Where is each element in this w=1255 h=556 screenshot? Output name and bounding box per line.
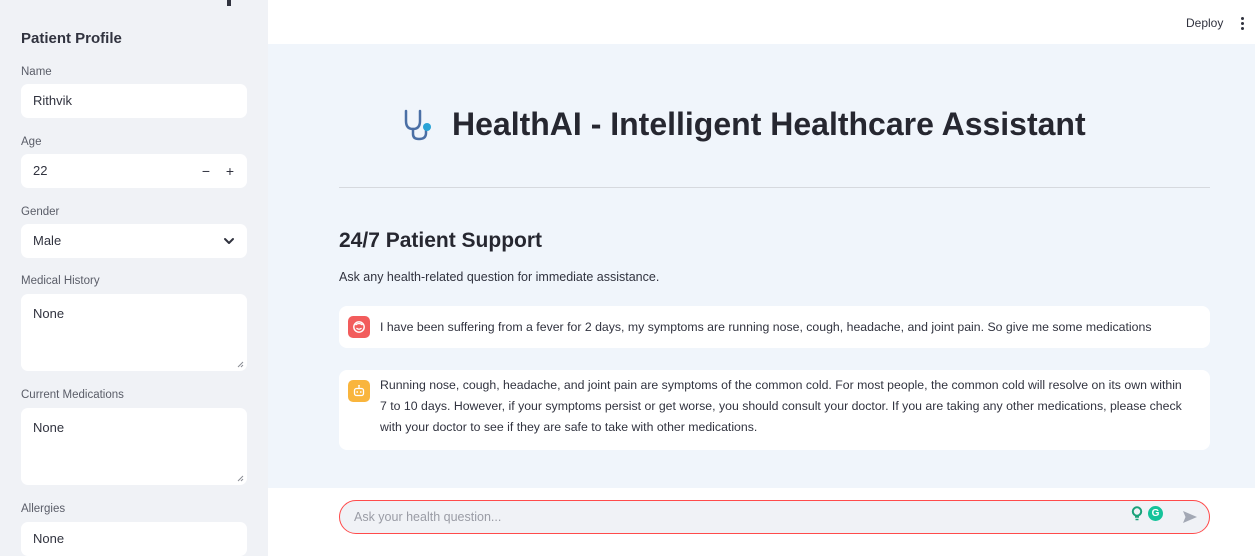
message-text: I have been suffering from a fever for 2… [380, 320, 1152, 334]
send-icon[interactable] [1182, 510, 1198, 524]
age-stepper[interactable]: 22 − + [21, 154, 247, 188]
medical-history-field[interactable]: None [21, 294, 247, 371]
medical-history-value: None [33, 306, 65, 321]
robot-icon [348, 380, 370, 402]
lightbulb-icon[interactable] [1131, 506, 1143, 521]
gender-value: Male [33, 233, 62, 248]
page-title: HealthAI - Intelligent Healthcare Assist… [452, 106, 1086, 142]
kebab-menu-icon[interactable] [1238, 15, 1248, 31]
header-bar [268, 0, 1255, 44]
message-text: Running nose, cough, headache, and joint… [380, 378, 1182, 434]
chevron-down-icon [224, 238, 234, 244]
decrement-button[interactable]: − [195, 156, 217, 186]
age-label: Age [21, 136, 42, 148]
chat-input[interactable] [354, 501, 1114, 533]
age-value: 22 [33, 163, 48, 178]
allergies-field[interactable]: None [21, 522, 247, 556]
user-face-icon [348, 316, 370, 338]
current-medications-value: None [33, 420, 65, 435]
app: Patient Profile Name Rithvik Age 22 − + … [0, 0, 1255, 556]
gender-label: Gender [21, 206, 60, 218]
resize-handle[interactable] [227, 0, 231, 6]
current-medications-label: Current Medications [21, 389, 124, 401]
resize-grip-icon[interactable] [237, 361, 244, 368]
name-field[interactable]: Rithvik [21, 84, 247, 118]
sidebar: Patient Profile Name Rithvik Age 22 − + … [0, 0, 268, 556]
deploy-button[interactable]: Deploy [1186, 16, 1223, 30]
increment-button[interactable]: + [219, 156, 241, 186]
chat-input-box[interactable]: G [339, 500, 1210, 534]
page-title-wrap: HealthAI - Intelligent Healthcare Assist… [400, 106, 1086, 143]
section-subtitle: Ask any health-related question for imme… [339, 270, 660, 284]
gender-select[interactable]: Male [21, 224, 247, 258]
name-label: Name [21, 66, 52, 78]
medical-history-label: Medical History [21, 275, 100, 287]
chat-message-assistant: Running nose, cough, headache, and joint… [339, 370, 1210, 450]
section-title: 24/7 Patient Support [339, 229, 543, 252]
resize-grip-icon[interactable] [237, 475, 244, 482]
current-medications-field[interactable]: None [21, 408, 247, 485]
chat-message-user: I have been suffering from a fever for 2… [339, 306, 1210, 348]
sidebar-title: Patient Profile [21, 30, 122, 47]
divider [339, 187, 1210, 188]
grammarly-icon[interactable]: G [1148, 506, 1163, 521]
stethoscope-icon [404, 109, 431, 140]
allergies-label: Allergies [21, 503, 66, 515]
